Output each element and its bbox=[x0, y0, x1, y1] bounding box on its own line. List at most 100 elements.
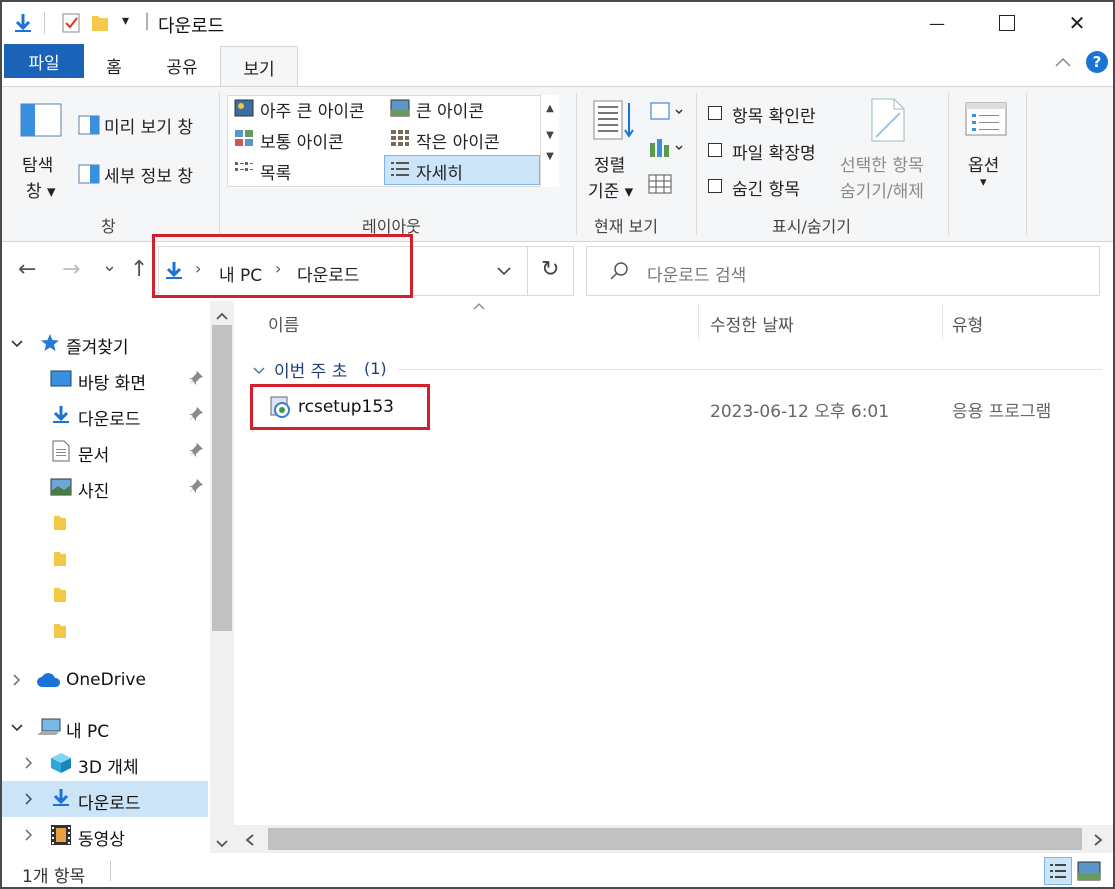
desktop-icon bbox=[50, 370, 72, 393]
hidden-items-label[interactable]: 숨긴 항목 bbox=[732, 175, 800, 200]
new-folder-icon[interactable] bbox=[90, 12, 110, 38]
group-header-line bbox=[398, 369, 1102, 370]
group-header-label[interactable]: 이번 주 초 bbox=[274, 357, 347, 382]
options-button[interactable]: 옵션 bbox=[968, 151, 999, 176]
chevron-right-icon[interactable] bbox=[12, 672, 22, 692]
scroll-right-icon[interactable] bbox=[1092, 832, 1104, 851]
column-header-modified[interactable]: 수정한 날짜 bbox=[710, 311, 794, 336]
file-highlight-box bbox=[250, 384, 430, 430]
details-pane-button[interactable]: 세부 정보 창 bbox=[104, 162, 193, 187]
sidebar-item-pictures[interactable]: 사진 bbox=[2, 469, 208, 505]
folder-icon bbox=[52, 622, 68, 645]
sidebar-item-videos[interactable]: 동영상 bbox=[2, 817, 208, 853]
layout-details[interactable]: 자세히 bbox=[416, 159, 463, 184]
column-header-type[interactable]: 유형 bbox=[952, 311, 983, 336]
pin-icon[interactable] bbox=[188, 370, 204, 391]
gallery-expand-icon[interactable]: ▼ bbox=[541, 151, 559, 162]
sidebar-item-downloads-quick[interactable]: 다운로드 bbox=[2, 397, 208, 433]
layout-list[interactable]: 목록 bbox=[260, 159, 291, 184]
hide-selected-items-label[interactable]: 선택한 항목 bbox=[840, 151, 924, 176]
navigation-pane-label[interactable]: 탐색 bbox=[22, 151, 53, 176]
scroll-left-icon[interactable] bbox=[244, 832, 256, 851]
chevron-right-icon[interactable] bbox=[24, 827, 34, 847]
close-button[interactable]: ✕ bbox=[1042, 2, 1112, 44]
search-box[interactable]: 다운로드 검색 bbox=[586, 246, 1100, 296]
hide-selected-items-label-2[interactable]: 숨기기/해제 bbox=[840, 177, 924, 202]
group-collapse-icon[interactable] bbox=[252, 361, 266, 380]
sidebar-item-onedrive[interactable]: OneDrive bbox=[2, 662, 208, 698]
sidebar-item-documents[interactable]: 문서 bbox=[2, 433, 208, 469]
sidebar-item-folder[interactable] bbox=[2, 577, 208, 613]
layout-gallery-scroll[interactable]: ▲ ▼ ▼ bbox=[540, 95, 559, 187]
sort-by-dropdown[interactable]: 기준 ▾ bbox=[588, 177, 633, 202]
navigation-pane-dropdown[interactable]: 창 ▾ bbox=[26, 177, 56, 202]
sort-by-label[interactable]: 정렬 bbox=[594, 151, 625, 176]
group-by-icon[interactable] bbox=[650, 101, 684, 127]
layout-extra-large-icons[interactable]: 아주 큰 아이콘 bbox=[260, 97, 365, 122]
details-view-toggle[interactable] bbox=[1044, 857, 1072, 885]
sidebar-scrollbar[interactable] bbox=[210, 301, 234, 853]
options-icon[interactable] bbox=[964, 101, 1008, 141]
file-modified: 2023-06-12 오후 6:01 bbox=[710, 402, 890, 422]
sidebar-item-quick-access[interactable]: 즐겨찾기 bbox=[2, 325, 208, 361]
chevron-right-icon[interactable] bbox=[24, 791, 34, 811]
column-header-name[interactable]: 이름 bbox=[268, 311, 299, 336]
tab-view[interactable]: 보기 bbox=[220, 46, 298, 87]
tab-share[interactable]: 공유 bbox=[150, 46, 214, 84]
sidebar-item-folder[interactable] bbox=[2, 613, 208, 649]
recent-locations-button[interactable]: ⌄ bbox=[102, 255, 117, 276]
minimize-button[interactable]: — bbox=[902, 2, 972, 44]
ribbon-collapse-icon[interactable] bbox=[1054, 54, 1072, 73]
column-separator[interactable] bbox=[698, 303, 699, 339]
address-history-dropdown[interactable] bbox=[495, 257, 513, 289]
file-extensions-checkbox[interactable] bbox=[708, 143, 722, 157]
sidebar-item-folder[interactable] bbox=[2, 505, 208, 541]
preview-pane-button[interactable]: 미리 보기 창 bbox=[104, 113, 193, 138]
item-checkboxes-label[interactable]: 항목 확인란 bbox=[732, 102, 816, 127]
horizontal-scroll-thumb[interactable] bbox=[268, 828, 1082, 850]
back-button[interactable]: ← bbox=[18, 257, 36, 282]
pin-icon[interactable] bbox=[188, 478, 204, 499]
chevron-down-icon[interactable] bbox=[10, 335, 24, 355]
forward-button[interactable]: → bbox=[62, 257, 80, 282]
column-separator[interactable] bbox=[942, 303, 943, 339]
size-columns-icon[interactable] bbox=[648, 173, 672, 199]
gallery-scroll-up-icon[interactable]: ▲ bbox=[541, 103, 559, 114]
add-columns-icon[interactable] bbox=[648, 137, 684, 163]
file-extensions-label[interactable]: 파일 확장명 bbox=[732, 139, 816, 164]
hidden-items-checkbox[interactable] bbox=[708, 179, 722, 193]
sidebar-item-folder[interactable] bbox=[2, 541, 208, 577]
help-icon[interactable]: ? bbox=[1086, 51, 1108, 73]
layout-medium-icons[interactable]: 보통 아이콘 bbox=[260, 128, 344, 153]
navigation-pane-icon[interactable] bbox=[20, 103, 62, 141]
chevron-right-icon[interactable] bbox=[24, 755, 34, 775]
qat-dropdown[interactable]: ▾ bbox=[122, 13, 129, 29]
maximize-button[interactable] bbox=[972, 2, 1042, 44]
sidebar-scroll-thumb[interactable] bbox=[212, 325, 232, 631]
pin-icon[interactable] bbox=[188, 406, 204, 427]
sidebar-item-3d-objects[interactable]: 3D 개체 bbox=[2, 745, 208, 781]
tab-home[interactable]: 홈 bbox=[90, 46, 138, 84]
download-arrow-icon[interactable] bbox=[12, 12, 34, 38]
chevron-down-icon[interactable] bbox=[10, 719, 24, 739]
layout-large-icons[interactable]: 큰 아이콘 bbox=[416, 97, 484, 122]
tab-file[interactable]: 파일 bbox=[4, 44, 84, 78]
pin-icon[interactable] bbox=[188, 442, 204, 463]
sort-by-icon[interactable] bbox=[592, 99, 634, 145]
gallery-scroll-down-icon[interactable]: ▼ bbox=[541, 130, 559, 141]
properties-check-icon[interactable] bbox=[60, 12, 82, 38]
refresh-button[interactable]: ↻ bbox=[541, 257, 559, 282]
sidebar-item-desktop[interactable]: 바탕 화면 bbox=[2, 361, 208, 397]
horizontal-scrollbar[interactable] bbox=[234, 825, 1113, 853]
sidebar-item-this-pc[interactable]: 내 PC bbox=[2, 709, 208, 745]
preview-pane-icon bbox=[78, 115, 100, 139]
item-checkboxes-checkbox[interactable] bbox=[708, 106, 722, 120]
up-button[interactable]: ↑ bbox=[130, 257, 148, 282]
layout-small-icons[interactable]: 작은 아이콘 bbox=[416, 128, 500, 153]
scroll-up-icon[interactable] bbox=[214, 307, 230, 326]
scroll-down-icon[interactable] bbox=[214, 835, 230, 854]
large-icons-view-toggle[interactable] bbox=[1076, 859, 1102, 887]
search-placeholder[interactable]: 다운로드 검색 bbox=[647, 261, 746, 286]
sidebar-item-downloads[interactable]: 다운로드 bbox=[2, 781, 208, 817]
options-dropdown[interactable]: ▾ bbox=[980, 175, 987, 190]
